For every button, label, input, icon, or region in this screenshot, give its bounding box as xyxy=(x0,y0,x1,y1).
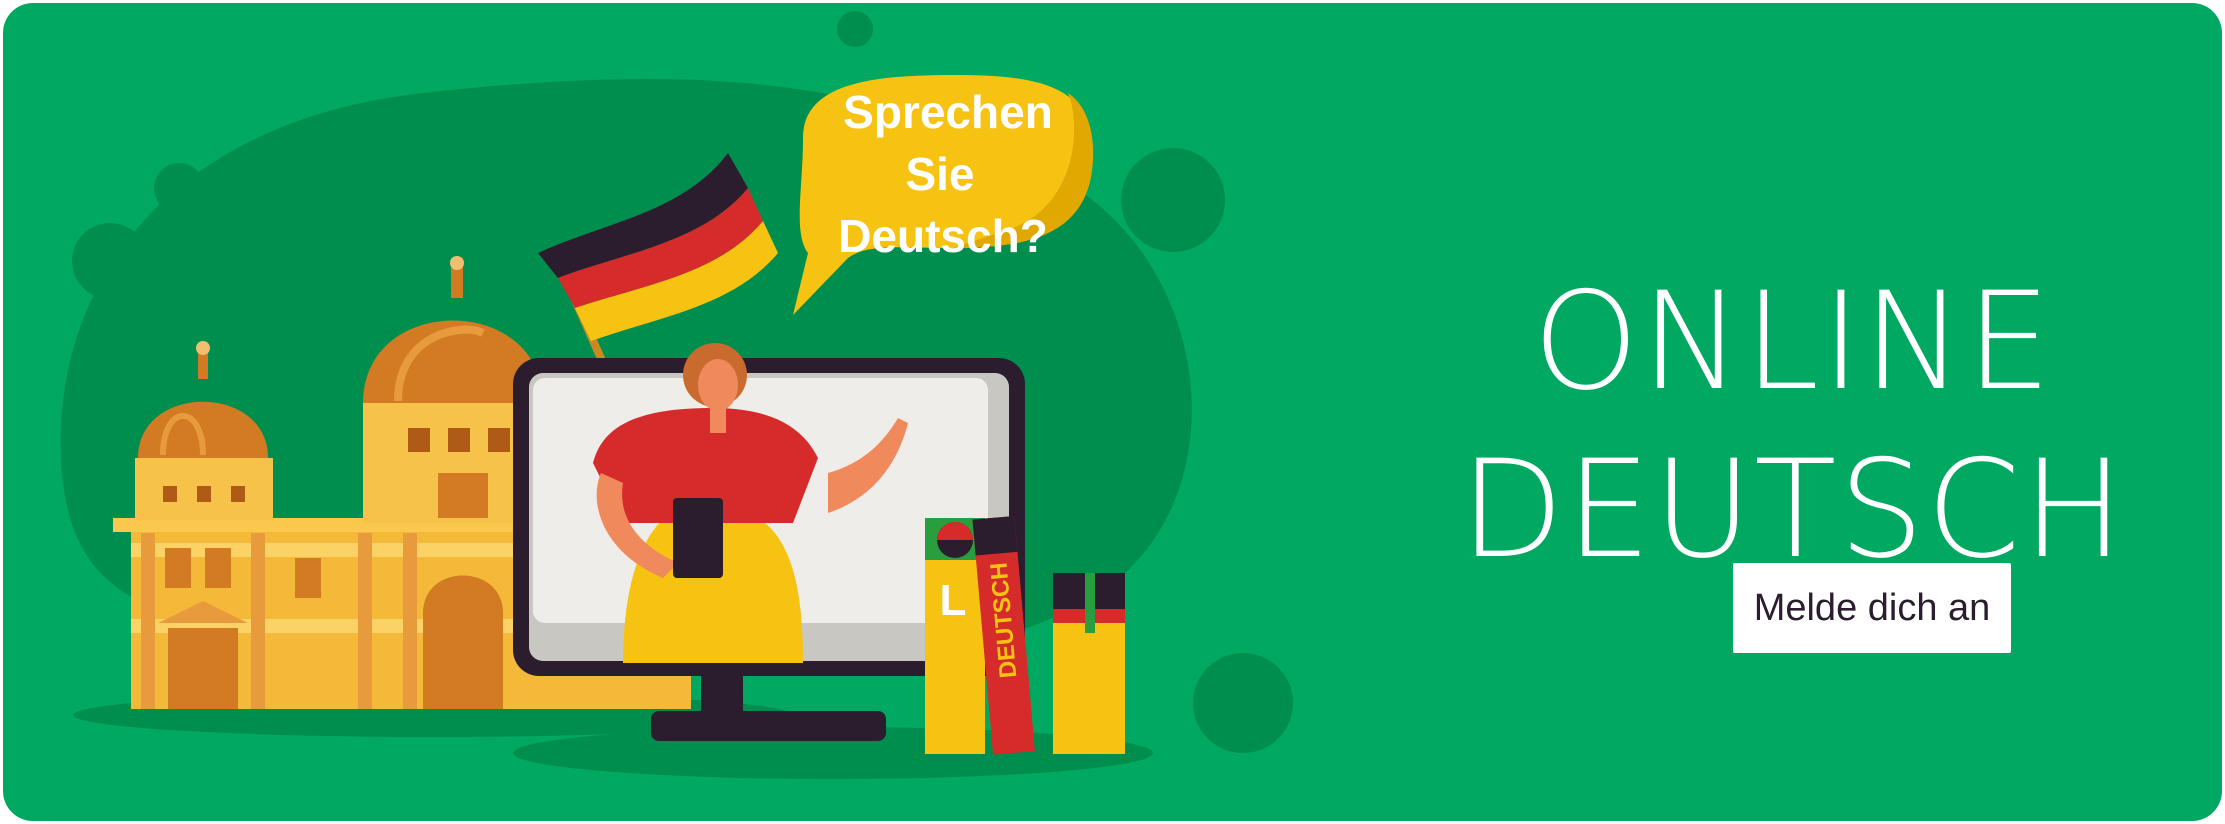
hero-banner: Sprechen Sie Deutsch? L DEUTSCH ONLINE D… xyxy=(3,3,2222,821)
illustration: Sprechen Sie Deutsch? L DEUTSCH xyxy=(60,11,1293,779)
decor-circle xyxy=(72,223,148,299)
sign-up-button[interactable]: Melde dich an xyxy=(1733,563,2011,653)
book-letter: L xyxy=(940,576,967,625)
speech-bubble-line-2: Sie xyxy=(905,148,974,200)
page-title: ONLINE DEUTSCH xyxy=(1393,258,2193,594)
decor-circle xyxy=(1193,653,1293,753)
speech-bubble-line-1: Sprechen xyxy=(843,86,1053,138)
decor-circle xyxy=(154,163,204,213)
decor-circle xyxy=(837,11,873,47)
title-line-1: ONLINE xyxy=(1532,263,2054,421)
decor-circle xyxy=(1121,148,1225,252)
speech-bubble-line-3: Deutsch? xyxy=(838,210,1048,262)
